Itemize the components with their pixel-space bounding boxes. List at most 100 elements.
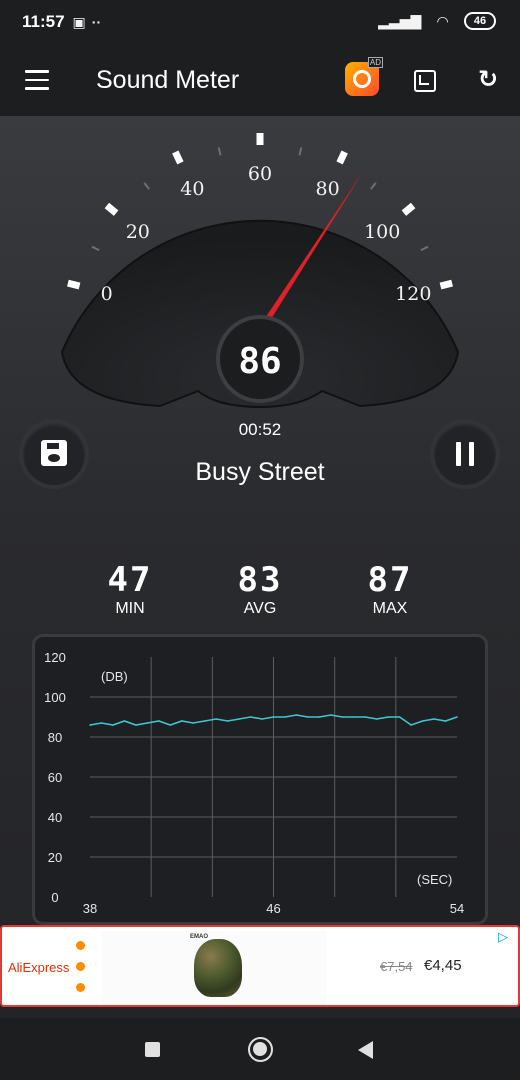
- gauge-minor-tick: [420, 245, 429, 252]
- ad-app-icon[interactable]: AD: [345, 57, 383, 96]
- gauge-minor-tick: [370, 182, 377, 190]
- data-point: [203, 720, 206, 722]
- data-point: [249, 716, 252, 718]
- data-point: [295, 714, 298, 716]
- gauge-minor-tick: [143, 182, 150, 190]
- stat-min-label: MIN: [115, 600, 145, 617]
- data-point: [284, 716, 286, 718]
- data-point: [238, 718, 240, 720]
- data-point: [123, 720, 126, 722]
- sound-history-chart: 0 20 40 60 80 100 120 38 46 54 (DB) (SEC): [35, 637, 485, 922]
- data-point: [192, 722, 195, 724]
- meter-panel: 0 20 40 60 80 100 120 86 00:52 Busy Street 47 M…: [0, 116, 520, 1018]
- gauge-minor-tick: [217, 147, 222, 156]
- status-time: 11:57: [22, 12, 65, 31]
- gauge-major-tick: [439, 279, 453, 290]
- recents-button[interactable]: [145, 1042, 160, 1057]
- y-tick-label: 40: [48, 810, 62, 825]
- gauge-value: 86: [238, 341, 281, 382]
- gauge-minor-tick: [298, 147, 303, 156]
- x-axis-label: (SEC): [417, 872, 452, 887]
- recording-timer: 00:52: [238, 420, 282, 439]
- ad-banner[interactable]: AliExpress EMAO €7,54 €4,45 ▷: [0, 925, 520, 1007]
- data-point: [272, 716, 275, 718]
- play-icon: [353, 70, 371, 88]
- y-tick-label: 0: [51, 890, 58, 905]
- notification-icon: ▣: [72, 13, 86, 30]
- gauge-major-tick: [172, 150, 184, 165]
- y-tick-label: 80: [48, 730, 62, 745]
- data-point: [456, 716, 458, 718]
- sound-gauge: 0 20 40 60 80 100 120 86: [60, 133, 460, 409]
- battery-icon: 46: [464, 12, 496, 30]
- data-point: [215, 718, 217, 720]
- y-tick-label: 100: [44, 690, 66, 705]
- back-button[interactable]: [358, 1041, 373, 1059]
- system-nav-bar: [0, 1018, 520, 1080]
- gauge-tick-label: 40: [180, 178, 204, 200]
- ad-old-price: €7,54: [380, 959, 413, 974]
- x-tick-label: 46: [266, 901, 280, 916]
- y-axis-label: (DB): [101, 669, 128, 684]
- gauge-tick-label: 60: [248, 163, 272, 185]
- stat-max-value: 87: [367, 560, 413, 600]
- gauge-tick-label: 120: [395, 283, 431, 305]
- data-point: [410, 724, 412, 726]
- gauge-tick-label: 0: [101, 283, 113, 305]
- gauge-major-tick: [401, 202, 416, 216]
- data-point: [261, 718, 263, 720]
- more-notifications-icon: ··: [91, 14, 102, 30]
- y-tick-label: 60: [48, 770, 62, 785]
- gauge-tick-label: 100: [364, 221, 400, 243]
- data-point: [158, 720, 160, 722]
- gauge-tick-label: 20: [126, 221, 150, 243]
- app-title: Sound Meter: [96, 66, 240, 94]
- data-point: [421, 720, 424, 722]
- data-point: [364, 716, 367, 718]
- y-tick-label: 120: [44, 650, 66, 665]
- ad-brand-logo: AliExpress: [8, 960, 70, 975]
- data-point: [135, 724, 137, 726]
- stat-min-value: 47: [107, 560, 153, 600]
- signal-icon: ▂▃▅▇: [378, 12, 422, 29]
- data-point: [330, 714, 332, 716]
- data-point: [444, 720, 447, 722]
- ad-choices-icon[interactable]: ▷: [498, 929, 514, 945]
- gauge-major-tick: [104, 202, 119, 216]
- x-tick-label: 38: [83, 901, 97, 916]
- data-point: [387, 716, 389, 718]
- data-point: [112, 724, 114, 726]
- fullscreen-icon[interactable]: [414, 70, 436, 92]
- ad-product-picture: [194, 939, 242, 997]
- reset-icon[interactable]: ↻: [476, 68, 500, 92]
- y-tick-label: 20: [48, 850, 62, 865]
- ad-badge: AD: [367, 57, 383, 68]
- stat-max-label: MAX: [372, 600, 408, 617]
- data-point: [226, 720, 229, 722]
- data-point: [352, 716, 355, 718]
- data-point: [307, 716, 309, 718]
- wifi-icon: ◠: [437, 12, 448, 29]
- x-tick-label: 54: [450, 901, 464, 916]
- data-point: [318, 716, 321, 718]
- stat-min: 47 MIN: [75, 562, 185, 618]
- status-bar: 11:57 ▣ ·· ▂▃▅▇ ◠ 46: [0, 0, 520, 44]
- data-point: [146, 722, 149, 724]
- gauge-major-tick: [67, 279, 81, 290]
- ad-product-brand: EMAO: [190, 934, 208, 940]
- home-button[interactable]: [248, 1037, 273, 1062]
- chart-canvas: 0 20 40 60 80 100 120 38 46 54 (DB) (SEC): [44, 650, 464, 916]
- stat-max: 87 MAX: [335, 562, 445, 618]
- data-point: [433, 718, 435, 720]
- menu-icon[interactable]: [25, 70, 49, 90]
- stat-avg-label: AVG: [243, 600, 277, 617]
- ad-new-price: €4,45: [424, 957, 462, 974]
- location-label[interactable]: Busy Street: [0, 458, 520, 487]
- data-point: [169, 724, 172, 726]
- ad-dots: [76, 941, 86, 1004]
- data-point: [100, 722, 103, 724]
- data-point: [180, 720, 183, 722]
- gauge-minor-tick: [91, 245, 100, 252]
- stat-avg: 83 AVG: [205, 562, 315, 618]
- ad-product-image[interactable]: EMAO: [102, 931, 327, 1005]
